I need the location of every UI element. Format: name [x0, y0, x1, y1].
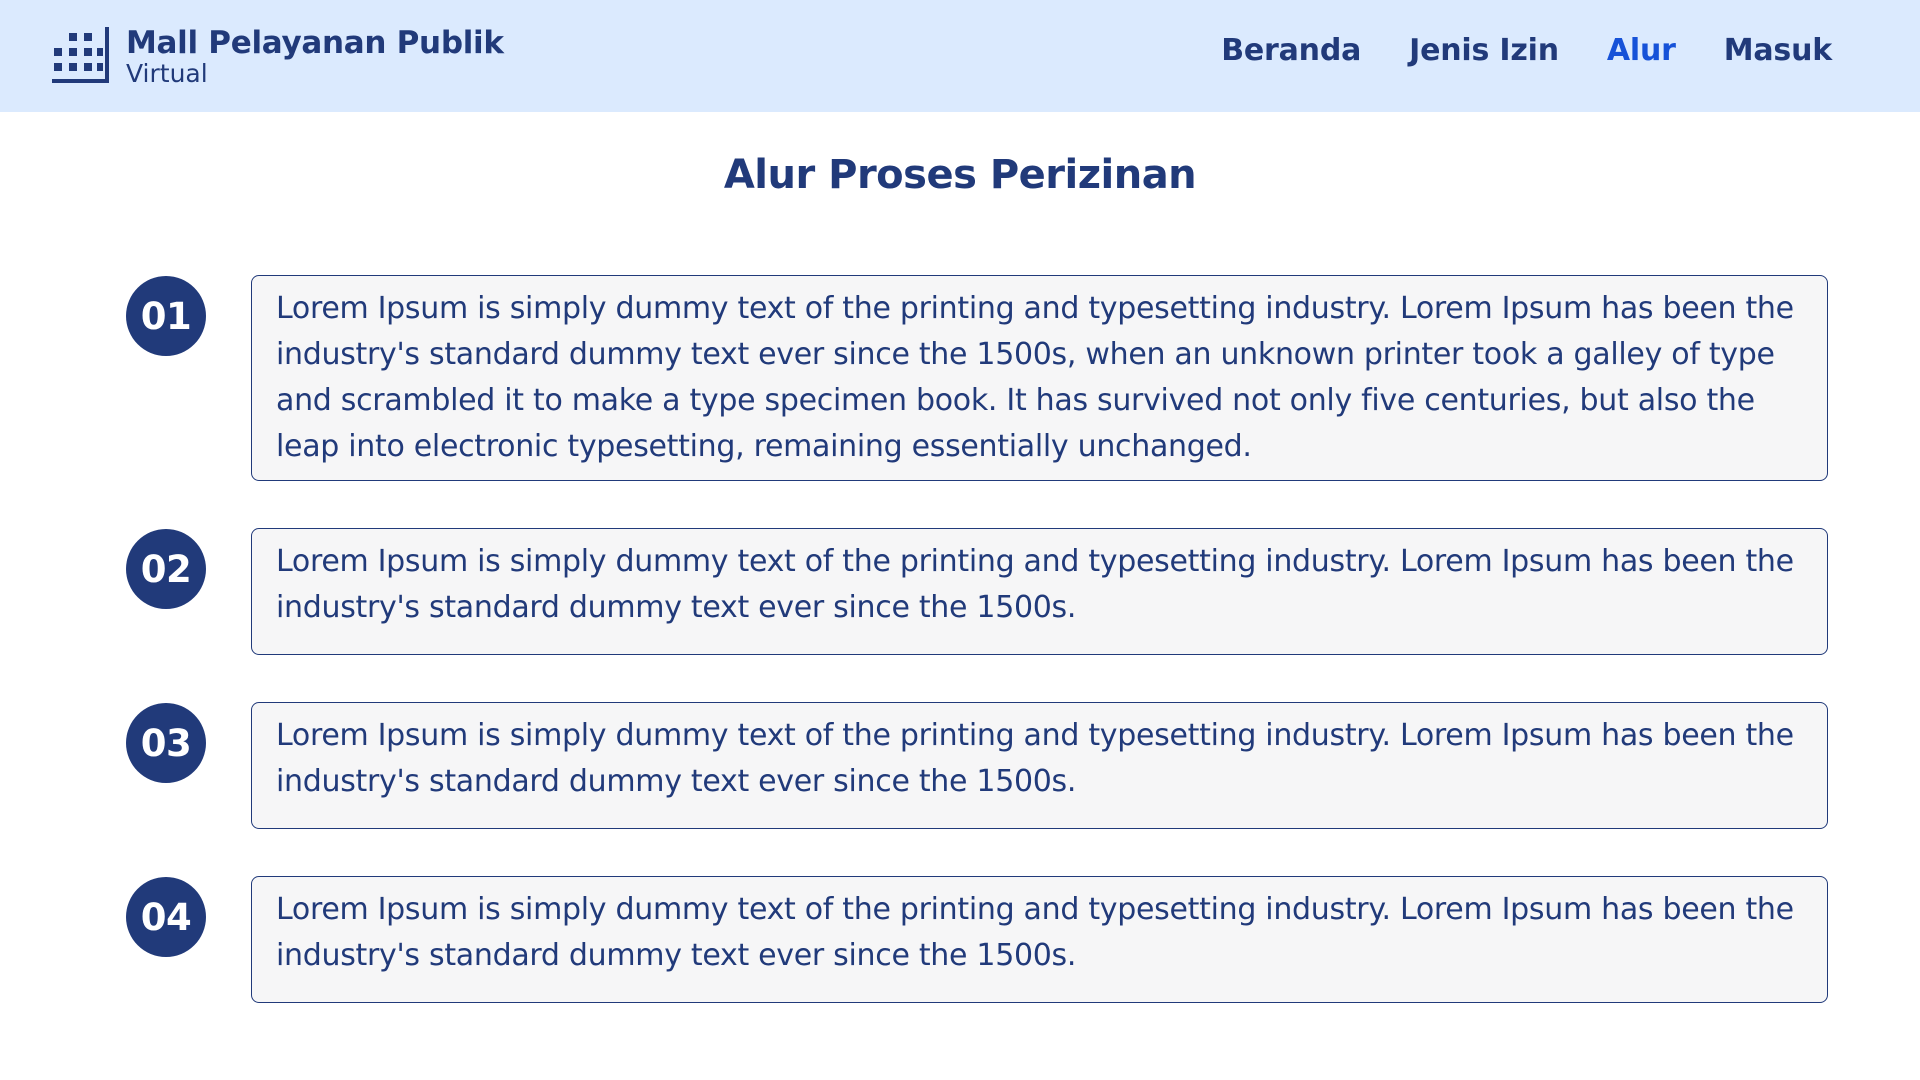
- step-number-badge: 01: [126, 276, 206, 356]
- process-steps: 01 Lorem Ipsum is simply dummy text of t…: [126, 275, 1828, 1003]
- page-title: Alur Proses Perizinan: [723, 152, 1197, 198]
- logo[interactable]: Mall Pelayanan Publik Virtual: [50, 24, 504, 90]
- step-description: Lorem Ipsum is simply dummy text of the …: [251, 876, 1828, 1003]
- nav-link-alur[interactable]: Alur: [1607, 33, 1676, 68]
- step-description: Lorem Ipsum is simply dummy text of the …: [251, 275, 1828, 481]
- step-item: 02 Lorem Ipsum is simply dummy text of t…: [126, 528, 1828, 655]
- nav-link-masuk[interactable]: Masuk: [1724, 33, 1832, 68]
- step-description: Lorem Ipsum is simply dummy text of the …: [251, 702, 1828, 829]
- nav-link-jenis-izin[interactable]: Jenis Izin: [1409, 33, 1559, 68]
- nav-link-beranda[interactable]: Beranda: [1221, 33, 1361, 68]
- building-grid-icon: [52, 27, 109, 83]
- step-number-badge: 04: [126, 877, 206, 957]
- logo-subtitle: Virtual: [126, 59, 208, 89]
- step-item: 04 Lorem Ipsum is simply dummy text of t…: [126, 876, 1828, 1003]
- step-item: 03 Lorem Ipsum is simply dummy text of t…: [126, 702, 1828, 829]
- site-header: Mall Pelayanan Publik Virtual Beranda Je…: [0, 0, 1920, 112]
- logo-text: Mall Pelayanan Publik Virtual: [126, 24, 504, 89]
- logo-title: Mall Pelayanan Publik: [126, 24, 504, 61]
- step-number-badge: 02: [126, 529, 206, 609]
- step-number-badge: 03: [126, 703, 206, 783]
- main-nav: Beranda Jenis Izin Alur Masuk: [1221, 33, 1832, 68]
- step-description: Lorem Ipsum is simply dummy text of the …: [251, 528, 1828, 655]
- step-item: 01 Lorem Ipsum is simply dummy text of t…: [126, 275, 1828, 481]
